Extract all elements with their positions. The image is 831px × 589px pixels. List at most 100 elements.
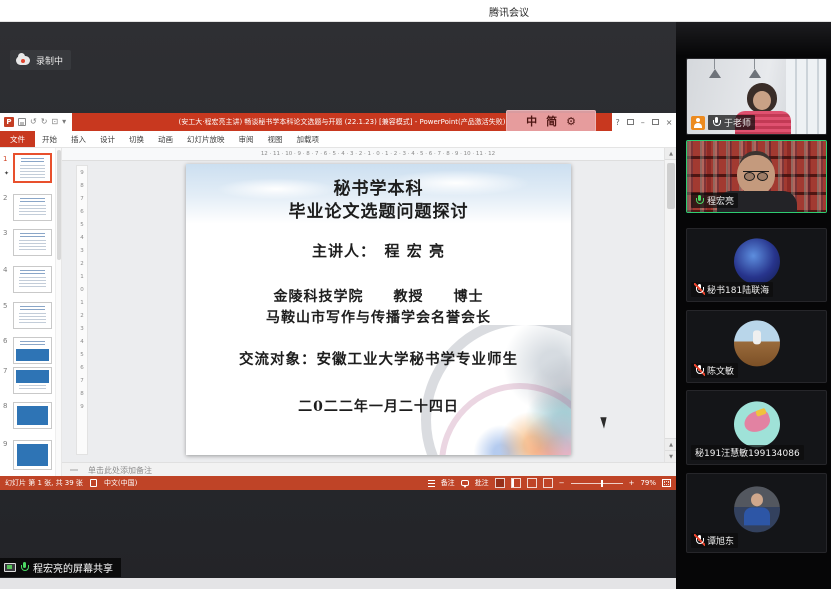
customize-toolbar-icon[interactable]: ▾ (62, 113, 66, 131)
tab-design[interactable]: 设计 (93, 131, 122, 147)
thumbnail-number: 1 (3, 155, 7, 163)
reading-view-button[interactable] (527, 478, 537, 488)
slide-thumbnail-9[interactable] (13, 440, 52, 470)
participant-name: 于老师 (724, 116, 751, 129)
ime-language[interactable]: 中 (526, 113, 537, 129)
participant-name: 程宏亮 (707, 194, 734, 207)
animation-star-icon: ✦ (4, 170, 9, 177)
thumbnail-number: 4 (3, 266, 7, 274)
thumbnail-number: 8 (3, 402, 7, 410)
lamp-decor (749, 69, 761, 78)
save-icon[interactable] (18, 118, 26, 126)
slide-thumbnail-8[interactable] (13, 402, 52, 429)
input-method-overlay[interactable]: 中 简 ⚙ (506, 110, 596, 132)
close-button[interactable]: × (666, 118, 673, 127)
tab-file[interactable]: 文件 (0, 131, 35, 147)
notes-icon[interactable] (428, 480, 435, 487)
powerpoint-logo-icon: P (4, 117, 14, 127)
thumbnail-number: 2 (3, 194, 7, 202)
scrollbar-thumb[interactable] (667, 163, 675, 209)
participant-name: 谭旭东 (707, 534, 734, 547)
vertical-ruler-marks: 9876543210123456789 (79, 170, 85, 417)
slide-thumbnail-2[interactable] (13, 194, 52, 221)
zoom-out-button[interactable]: − (559, 479, 565, 487)
language-indicator[interactable]: 中文(中国) (104, 478, 137, 488)
thumbnail-number: 6 (3, 337, 7, 345)
current-slide[interactable]: 秘书学本科 毕业论文选题问题探讨 主讲人： 程 宏 亮 金陵科技学院 教授 博士… (186, 164, 571, 455)
video-tile[interactable]: 秘书181陆联海 (686, 228, 827, 302)
minimize-button[interactable]: – (641, 118, 645, 127)
undo-icon[interactable]: ↺ (30, 113, 37, 131)
thumbnail-number: 9 (3, 440, 7, 448)
tab-home[interactable]: 开始 (35, 131, 64, 147)
zoom-level[interactable]: 79% (640, 479, 656, 487)
recording-indicator: 录制中 (10, 50, 71, 70)
mic-on-icon (712, 117, 721, 128)
video-tile[interactable]: 程宏亮 (686, 140, 827, 213)
tab-insert[interactable]: 插入 (64, 131, 93, 147)
avatar (734, 486, 780, 532)
recording-label: 录制中 (36, 54, 63, 67)
tab-slideshow[interactable]: 幻灯片放映 (180, 131, 232, 147)
video-tile[interactable]: 陈文敏 (686, 310, 827, 383)
slide-thumbnail-5[interactable] (13, 302, 52, 329)
slide-audience-line: 交流对象：安徽工业大学秘书学专业师生 (186, 348, 571, 369)
slide-affiliation-line-2: 马鞍山市写作与传播学会名誉会长 (186, 307, 571, 327)
zoom-slider[interactable] (571, 483, 623, 484)
comments-toggle-label[interactable]: 批注 (475, 478, 489, 488)
slide-date-line: 二0二二年一月二十四日 (186, 396, 571, 416)
thumbnail-number: 5 (3, 302, 7, 310)
video-tile[interactable]: 秘191汪慧敏199134086 (686, 390, 827, 465)
tab-review[interactable]: 审阅 (232, 131, 261, 147)
slide-thumbnail-3[interactable] (13, 229, 52, 256)
slide-counter: 幻灯片 第 1 张, 共 39 张 (5, 478, 83, 488)
ime-mode[interactable]: 简 (546, 113, 557, 129)
sharer-mic-icon (20, 562, 29, 573)
tab-addins[interactable]: 加载项 (290, 131, 327, 147)
comments-icon[interactable] (461, 480, 469, 486)
slide-thumbnails-panel: 1 ✦ 2 3 4 5 6 7 8 9 (0, 148, 62, 476)
mic-speaking-icon (695, 195, 704, 206)
tab-view[interactable]: 视图 (261, 131, 290, 147)
mic-muted-icon (695, 535, 704, 546)
normal-view-button[interactable] (495, 478, 505, 488)
ime-settings-gear-icon[interactable]: ⚙ (566, 115, 576, 128)
slide-thumbnail-7[interactable] (13, 367, 52, 394)
help-button[interactable]: ? (616, 118, 620, 127)
slide-decorative-swirl (416, 325, 571, 455)
screen-share-label: 程宏亮的屏幕共享 (33, 560, 113, 575)
notes-placeholder: 单击此处添加备注 (88, 465, 152, 476)
fit-to-window-button[interactable] (662, 479, 671, 487)
video-tile[interactable]: 谭旭东 (686, 473, 827, 553)
ribbon-tabs: 文件 开始 插入 设计 切换 动画 幻灯片放映 审阅 视图 加载项 (0, 131, 676, 148)
powerpoint-window: P ↺ ↻ ⊡ ▾ (安工大·程宏亮主讲) 畅谈秘书学本科论文选题与开题 (22… (0, 113, 676, 490)
tab-animations[interactable]: 动画 (151, 131, 180, 147)
app-title: 腾讯会议 (489, 4, 529, 19)
ribbon-display-options-button[interactable] (627, 119, 634, 125)
slide-thumbnail-4[interactable] (13, 266, 52, 293)
spellcheck-icon[interactable] (90, 479, 97, 487)
notes-pane[interactable]: 单击此处添加备注 (62, 462, 676, 476)
restore-button[interactable] (652, 119, 659, 125)
participant-name: 秘191汪慧敏199134086 (695, 446, 800, 459)
canvas-scrollbar[interactable]: ▲ ▲ ▼ (664, 148, 676, 462)
window-controls: ? – × (612, 113, 676, 131)
notes-resize-handle[interactable] (70, 469, 78, 471)
video-tile[interactable]: 于老师 (686, 58, 827, 135)
mic-muted-icon (695, 365, 704, 376)
avatar (734, 238, 780, 284)
start-slideshow-icon[interactable]: ⊡ (51, 113, 58, 131)
horizontal-ruler-marks: 12 · 11 · 10 · 9 · 8 · 7 · 6 · 5 · 4 · 3… (172, 148, 584, 161)
slide-thumbnail-6[interactable] (13, 337, 52, 364)
slide-thumbnail-1[interactable] (13, 153, 52, 183)
notes-toggle-label[interactable]: 备注 (441, 478, 455, 488)
zoom-in-button[interactable]: + (629, 479, 635, 487)
zoom-slider-thumb[interactable] (601, 480, 603, 487)
slideshow-view-button[interactable] (543, 478, 553, 488)
slide-sorter-view-button[interactable] (511, 478, 521, 488)
redo-icon[interactable]: ↻ (41, 113, 48, 131)
thumbnails-scrollbar[interactable] (55, 148, 62, 476)
vertical-ruler: 9876543210123456789 (76, 165, 88, 455)
participant-name: 陈文敏 (707, 364, 734, 377)
tab-transitions[interactable]: 切换 (122, 131, 151, 147)
